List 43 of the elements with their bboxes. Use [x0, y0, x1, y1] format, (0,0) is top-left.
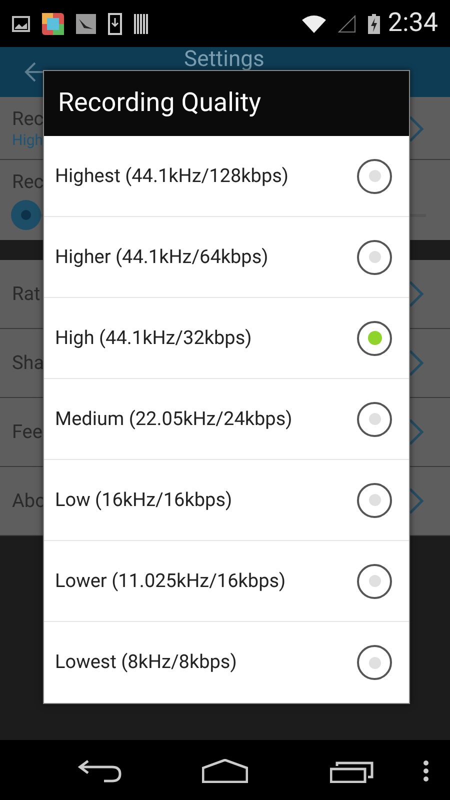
option-label: Low (16kHz/16kbps)	[55, 486, 232, 513]
radio-button[interactable]	[357, 240, 392, 274]
chevron-icon	[408, 349, 424, 377]
quality-option[interactable]: Lowest (8kHz/8kbps)	[44, 622, 409, 703]
back-icon[interactable]	[78, 759, 122, 783]
signal-icon	[338, 14, 356, 32]
radio-button[interactable]	[357, 158, 392, 194]
wifi-icon	[302, 14, 326, 32]
app-icon	[42, 12, 64, 34]
bird-icon	[76, 14, 96, 34]
option-label: Lowest (8kHz/8kbps)	[55, 649, 237, 676]
screen-title: Settings	[184, 46, 264, 74]
chevron-icon	[408, 487, 424, 515]
radio-button[interactable]	[357, 564, 392, 598]
quality-option[interactable]: High (44.1kHz/32kbps)	[44, 298, 409, 379]
barcode-icon	[134, 14, 148, 34]
dialog-title: Recording Quality	[58, 87, 262, 120]
option-label: Medium (22.05kHz/24kbps)	[55, 406, 292, 432]
radio-button[interactable]	[357, 320, 392, 356]
more-icon[interactable]	[421, 759, 431, 783]
radio-button[interactable]	[357, 482, 392, 518]
setting-value: High	[12, 130, 44, 150]
quality-option[interactable]: Medium (22.05kHz/24kbps)	[44, 379, 409, 460]
image-icon	[12, 16, 30, 32]
option-label: Highest (44.1kHz/128kbps)	[55, 162, 289, 189]
clock-time: 2:34	[388, 7, 438, 40]
quality-option[interactable]: Low (16kHz/16kbps)	[44, 460, 409, 541]
radio-button[interactable]	[357, 402, 392, 436]
home-icon[interactable]	[202, 759, 248, 783]
radio-button[interactable]	[357, 645, 392, 680]
slider-thumb[interactable]	[11, 200, 42, 230]
battery-icon	[368, 14, 380, 34]
chevron-icon	[408, 418, 424, 446]
quality-option[interactable]: Highest (44.1kHz/128kbps)	[44, 136, 409, 217]
chevron-icon	[408, 115, 424, 143]
download-icon	[108, 12, 122, 34]
quality-option[interactable]: Lower (11.025kHz/16kbps)	[44, 541, 409, 622]
option-label: High (44.1kHz/32kbps)	[55, 324, 252, 351]
option-label: Lower (11.025kHz/16kbps)	[55, 568, 286, 594]
recent-apps-icon[interactable]	[330, 761, 374, 783]
chevron-icon	[408, 280, 424, 308]
quality-option[interactable]: Higher (44.1kHz/64kbps)	[44, 217, 409, 298]
option-label: Higher (44.1kHz/64kbps)	[55, 244, 268, 270]
